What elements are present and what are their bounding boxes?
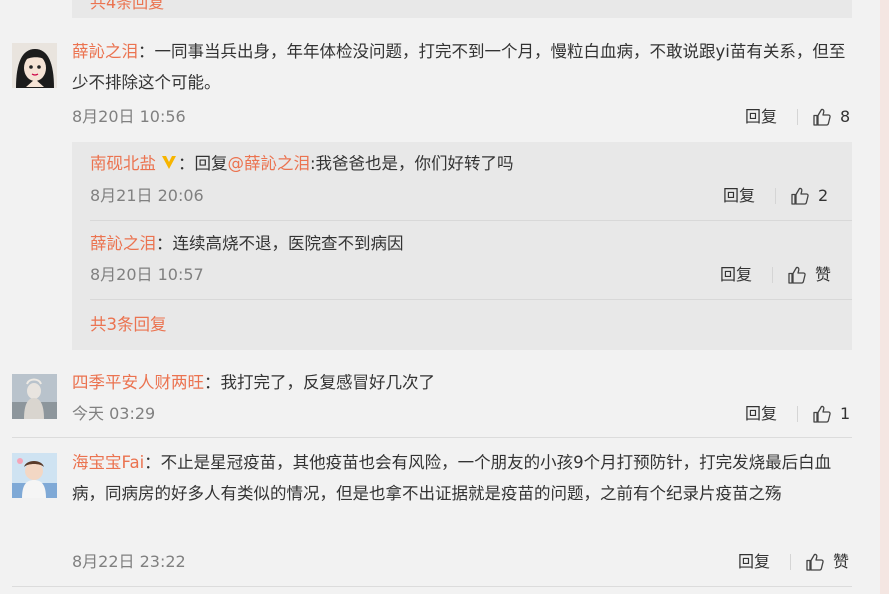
comment-text: 四季平安人财两旺：我打完了，反复感冒好几次了 bbox=[72, 367, 852, 398]
sub-replies-box: 南砚北盐 ：回复@薛訫之泪:我爸爸也是，你们好转了吗 8月21日 20:06 回复… bbox=[72, 142, 852, 350]
avatar[interactable] bbox=[12, 43, 57, 88]
comment-meta: 8月22日 23:22 回复 赞 bbox=[72, 550, 852, 574]
comment-meta: 今天 03:29 回复 1 bbox=[72, 402, 852, 426]
comment-divider bbox=[12, 586, 852, 587]
sub-reply-content: :我爸爸也是，你们好转了吗 bbox=[310, 154, 514, 173]
vip-badge-icon bbox=[162, 156, 176, 169]
like-count: 2 bbox=[818, 186, 829, 205]
action-divider bbox=[772, 267, 773, 283]
sub-reply-meta: 8月21日 20:06 回复 2 bbox=[90, 184, 834, 208]
reply-button[interactable]: 回复 bbox=[720, 263, 752, 287]
comment-text: 海宝宝Fai：不止是星冠疫苗，其他疫苗也会有风险，一个朋友的小孩9个月打预防针，… bbox=[72, 447, 852, 509]
sub-reply-divider bbox=[90, 299, 852, 300]
comment-text: 薛訫之泪：一同事当兵出身，年年体检没问题，打完不到一个月，慢粒白血病，不敢说跟y… bbox=[72, 36, 852, 98]
comment-content: ：不止是星冠疫苗，其他疫苗也会有风险，一个朋友的小孩9个月打预防针，打完发烧最后… bbox=[72, 453, 832, 503]
comment-divider bbox=[12, 437, 852, 438]
like-count: 8 bbox=[840, 107, 851, 126]
timestamp: 8月21日 20:06 bbox=[90, 186, 204, 205]
thumbs-up-icon bbox=[788, 266, 806, 284]
thumbs-up-icon bbox=[806, 553, 824, 571]
action-divider bbox=[790, 554, 791, 570]
comment-content: ：我打完了，反复感冒好几次了 bbox=[204, 373, 435, 392]
like-button[interactable]: 2 bbox=[790, 184, 828, 208]
sub-reply-text: 薛訫之泪：连续高烧不退，医院查不到病因 bbox=[90, 232, 834, 256]
timestamp: 8月22日 23:22 bbox=[72, 552, 186, 571]
sub-reply-prefix: ：回复 bbox=[178, 154, 228, 173]
sub-reply-text: 南砚北盐 ：回复@薛訫之泪:我爸爸也是，你们好转了吗 bbox=[90, 152, 834, 176]
comment-username[interactable]: 海宝宝Fai bbox=[72, 453, 144, 472]
page-edge bbox=[880, 0, 889, 594]
reply-button[interactable]: 回复 bbox=[745, 402, 777, 426]
like-button[interactable]: 1 bbox=[812, 402, 850, 426]
sub-reply-content: ：连续高烧不退，医院查不到病因 bbox=[156, 234, 404, 253]
sub-reply-username[interactable]: 薛訫之泪 bbox=[90, 234, 156, 253]
action-divider bbox=[775, 188, 776, 204]
avatar[interactable] bbox=[12, 453, 57, 498]
sub-reply-meta: 8月20日 10:57 回复 赞 bbox=[90, 263, 834, 287]
mention-link[interactable]: @薛訫之泪 bbox=[228, 154, 311, 173]
more-replies-link[interactable]: 共4条回复 bbox=[90, 0, 164, 13]
like-count: 赞 bbox=[815, 265, 832, 284]
reply-button[interactable]: 回复 bbox=[745, 105, 777, 129]
like-count: 赞 bbox=[833, 552, 850, 571]
avatar[interactable] bbox=[12, 374, 57, 419]
sub-reply-username[interactable]: 南砚北盐 bbox=[90, 154, 156, 173]
comment-username[interactable]: 四季平安人财两旺 bbox=[72, 373, 204, 392]
timestamp: 今天 03:29 bbox=[72, 404, 156, 423]
thumbs-up-icon bbox=[813, 405, 831, 423]
comment-meta: 8月20日 10:56 回复 8 bbox=[72, 105, 852, 129]
reply-button[interactable]: 回复 bbox=[738, 550, 770, 574]
thumbs-up-icon bbox=[791, 187, 809, 205]
sub-reply-divider bbox=[90, 220, 852, 221]
comment-username[interactable]: 薛訫之泪 bbox=[72, 42, 138, 61]
like-count: 1 bbox=[840, 404, 851, 423]
timestamp: 8月20日 10:57 bbox=[90, 265, 204, 284]
like-button[interactable]: 赞 bbox=[805, 550, 849, 574]
previous-replies-box: 共4条回复 bbox=[72, 0, 852, 18]
reply-button[interactable]: 回复 bbox=[723, 184, 755, 208]
like-button[interactable]: 赞 bbox=[787, 263, 831, 287]
action-divider bbox=[797, 406, 798, 422]
timestamp: 8月20日 10:56 bbox=[72, 107, 186, 126]
more-replies-link[interactable]: 共3条回复 bbox=[90, 313, 834, 337]
thumbs-up-icon bbox=[813, 108, 831, 126]
action-divider bbox=[797, 109, 798, 125]
like-button[interactable]: 8 bbox=[812, 105, 850, 129]
comment-content: ：一同事当兵出身，年年体检没问题，打完不到一个月，慢粒白血病，不敢说跟yi苗有关… bbox=[72, 42, 846, 92]
